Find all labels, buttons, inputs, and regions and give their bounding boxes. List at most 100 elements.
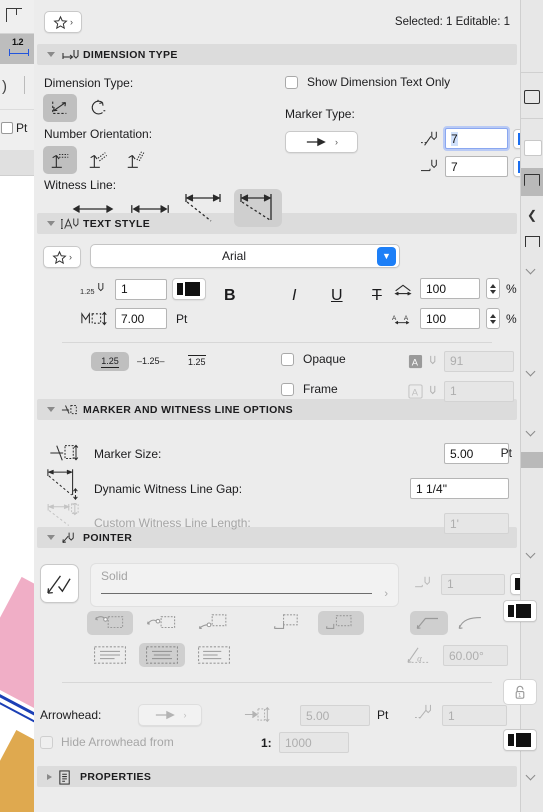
arrowhead-size-input[interactable]: 5.00 [300, 705, 370, 726]
pointer-angle-curve-button[interactable] [452, 611, 490, 635]
section-header-properties[interactable]: PROPERTIES [37, 766, 517, 787]
strikethrough-button[interactable]: T [372, 287, 382, 305]
pointer-shape-step-box-button[interactable] [318, 611, 364, 635]
hide-arrowhead-checkbox[interactable] [40, 735, 53, 749]
text-placement-above-button[interactable]: 1.25 [91, 352, 129, 371]
witness-pen-color-swatch[interactable] [513, 156, 520, 177]
chevron-down-icon[interactable]: ▼ [377, 246, 396, 266]
disclosure-triangle-icon[interactable] [47, 407, 55, 412]
dimension-type-angular-button[interactable] [81, 94, 115, 122]
text-pen-color-swatch[interactable] [172, 278, 206, 300]
arrowhead-popup-button[interactable]: › [138, 704, 202, 726]
disclosure-triangle-icon[interactable] [47, 221, 55, 226]
pointer-angle-input[interactable]: 60.00° [443, 645, 508, 666]
scrollbar-thumb[interactable] [521, 452, 543, 468]
placement-label: 1.25 [142, 356, 160, 366]
opaque-value-input[interactable]: 91 [444, 350, 514, 372]
custom-length-icon [46, 503, 84, 533]
witness-line-open-button[interactable] [179, 191, 231, 225]
marker-size-input[interactable]: 5.00 [444, 443, 509, 464]
canvas-scale-indicator: 1.2 [0, 34, 34, 64]
pen-thin-bar [508, 605, 514, 617]
frame-checkbox[interactable] [281, 382, 294, 396]
pointer-shape-loop-button[interactable] [87, 611, 133, 635]
white-box-icon[interactable] [524, 140, 542, 156]
pointer-line-style-picker[interactable]: Solid › [90, 563, 399, 607]
bold-button[interactable]: B [224, 287, 236, 305]
opaque-row[interactable]: Opaque [281, 352, 346, 366]
text-pen-input[interactable]: 1 [115, 278, 167, 300]
witness-gap-input[interactable]: 1 1/4" [410, 478, 509, 499]
frame-row[interactable]: Frame [281, 382, 338, 396]
chevron-down-icon[interactable] [527, 428, 537, 434]
arrowhead-pen-input[interactable]: 1 [442, 705, 507, 726]
sheet-icon[interactable] [524, 90, 540, 104]
folder-icon[interactable] [524, 174, 540, 186]
witness-gap-icon [46, 468, 84, 501]
text-spacing-stepper[interactable] [486, 308, 500, 329]
witness-line-tick-button[interactable] [124, 195, 176, 223]
witness-gap-label: Dynamic Witness Line Gap: [94, 482, 243, 496]
ratio-input[interactable]: 1000 [279, 732, 349, 753]
section-header-marker-options[interactable]: MARKER AND WITNESS LINE OPTIONS [37, 399, 517, 420]
number-orientation-aligned-button[interactable] [81, 146, 115, 174]
text-width-stepper[interactable] [486, 278, 500, 299]
chevron-right-icon: › [384, 588, 388, 600]
svg-text:A: A [412, 357, 419, 367]
show-dimension-text-only-row[interactable]: Show Dimension Text Only [285, 75, 450, 89]
chevron-right-icon: › [183, 710, 187, 720]
disclosure-triangle-icon[interactable] [47, 773, 52, 780]
witness-line-closed-button[interactable] [234, 189, 282, 227]
dimension-type-linear-button[interactable] [43, 94, 77, 122]
witness-line-plain-button[interactable] [67, 195, 119, 223]
pointer-align-center-button[interactable] [139, 643, 185, 667]
italic-button[interactable]: I [292, 287, 296, 305]
pointer-align-frame-button[interactable] [87, 643, 133, 667]
number-orientation-vertical-button[interactable] [119, 146, 153, 174]
pointer-angle-lock-button[interactable]: 1 [503, 679, 537, 705]
marker-type-popup-button[interactable]: › [285, 131, 358, 153]
text-size-input[interactable]: 7.00 [115, 308, 167, 329]
section-header-dimension-type[interactable]: DIMENSION TYPE [37, 44, 517, 65]
arrow-marker-icon [154, 710, 178, 720]
disclosure-triangle-icon[interactable] [47, 52, 55, 57]
canvas-checkbox[interactable] [1, 122, 13, 134]
pointer-angle-diagonal-button[interactable] [410, 611, 448, 635]
pointer-pen-input[interactable]: 1 [441, 573, 505, 595]
custom-length-input[interactable]: 1' [444, 513, 509, 534]
pointer-shape-small-button[interactable] [139, 611, 185, 635]
zoom-icon[interactable]: ❮ [527, 208, 537, 222]
favorites-button[interactable]: › [44, 11, 82, 33]
show-dimension-text-only-label: Show Dimension Text Only [307, 75, 451, 89]
svg-text:A: A [412, 387, 419, 397]
text-style-favorites-button[interactable]: › [43, 246, 81, 268]
text-width-input[interactable]: 100 [420, 278, 480, 299]
pointer-align-left-button[interactable] [191, 643, 237, 667]
pointer-pen-color-swatch[interactable] [510, 573, 520, 595]
opaque-checkbox[interactable] [281, 352, 294, 366]
number-orientation-horizontal-button[interactable] [43, 146, 77, 174]
home-icon[interactable] [525, 236, 540, 247]
show-dimension-text-only-checkbox[interactable] [285, 75, 298, 89]
disclosure-triangle-icon[interactable] [47, 535, 55, 540]
hide-arrowhead-row[interactable]: Hide Arrowhead from [40, 735, 174, 749]
text-placement-inline-button[interactable]: –1.25– [137, 356, 165, 366]
chevron-down-icon[interactable] [527, 550, 537, 556]
pointer-shape-step-button[interactable] [266, 611, 312, 635]
text-spacing-input[interactable]: 100 [420, 308, 480, 329]
chevron-down-icon[interactable] [527, 266, 537, 272]
chevron-down-icon[interactable] [527, 772, 537, 778]
marker-pen-input[interactable]: 7 [445, 128, 508, 149]
pointer-line-color-swatch[interactable] [503, 600, 537, 622]
text-placement-below-button[interactable]: 1.25 [188, 355, 206, 367]
arrowhead-pen-color-swatch[interactable] [503, 729, 537, 751]
font-family-select[interactable]: Arial ▼ [90, 244, 400, 268]
percent-unit: % [506, 281, 517, 296]
witness-pen-input[interactable]: 7 [445, 156, 508, 177]
marker-pen-color-swatch[interactable] [513, 128, 520, 149]
chevron-down-icon[interactable] [527, 368, 537, 374]
underline-button[interactable]: U [331, 287, 343, 305]
pointer-shape-node-button[interactable] [191, 611, 237, 635]
pointer-enable-button[interactable] [40, 564, 79, 603]
frame-value-input[interactable]: 1 [444, 380, 514, 402]
